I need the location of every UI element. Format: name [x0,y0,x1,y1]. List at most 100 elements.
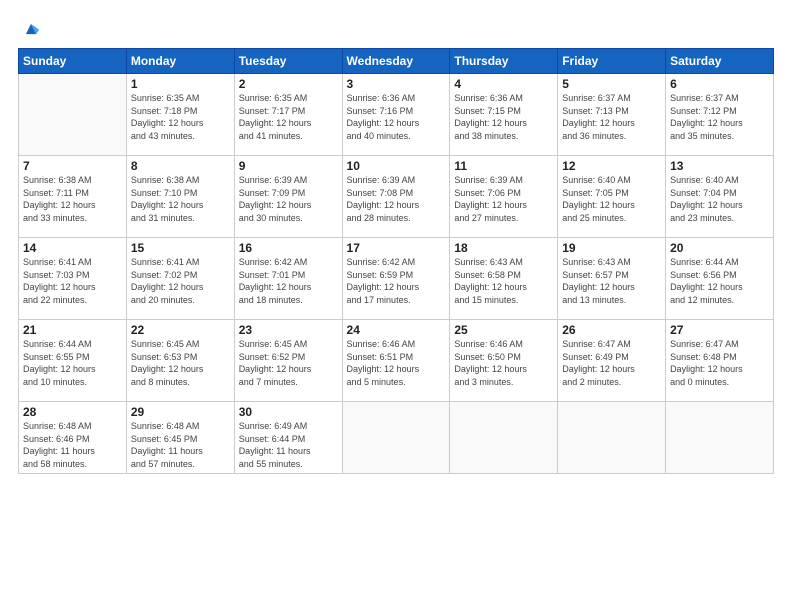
day-number: 6 [670,77,769,91]
day-number: 27 [670,323,769,337]
calendar-cell: 27Sunrise: 6:47 AM Sunset: 6:48 PM Dayli… [666,320,774,402]
logo-icon [20,18,42,40]
day-info: Sunrise: 6:43 AM Sunset: 6:58 PM Dayligh… [454,256,553,306]
week-row-4: 21Sunrise: 6:44 AM Sunset: 6:55 PM Dayli… [19,320,774,402]
calendar-cell: 26Sunrise: 6:47 AM Sunset: 6:49 PM Dayli… [558,320,666,402]
day-info: Sunrise: 6:44 AM Sunset: 6:55 PM Dayligh… [23,338,122,388]
day-number: 9 [239,159,338,173]
day-info: Sunrise: 6:36 AM Sunset: 7:15 PM Dayligh… [454,92,553,142]
day-number: 8 [131,159,230,173]
calendar-cell: 24Sunrise: 6:46 AM Sunset: 6:51 PM Dayli… [342,320,450,402]
day-number: 15 [131,241,230,255]
calendar-cell: 4Sunrise: 6:36 AM Sunset: 7:15 PM Daylig… [450,74,558,156]
day-info: Sunrise: 6:48 AM Sunset: 6:45 PM Dayligh… [131,420,230,470]
calendar-cell: 16Sunrise: 6:42 AM Sunset: 7:01 PM Dayli… [234,238,342,320]
calendar-cell: 14Sunrise: 6:41 AM Sunset: 7:03 PM Dayli… [19,238,127,320]
day-number: 17 [347,241,446,255]
day-number: 22 [131,323,230,337]
day-info: Sunrise: 6:38 AM Sunset: 7:11 PM Dayligh… [23,174,122,224]
calendar-cell: 15Sunrise: 6:41 AM Sunset: 7:02 PM Dayli… [126,238,234,320]
calendar-cell: 3Sunrise: 6:36 AM Sunset: 7:16 PM Daylig… [342,74,450,156]
day-number: 23 [239,323,338,337]
calendar-cell: 17Sunrise: 6:42 AM Sunset: 6:59 PM Dayli… [342,238,450,320]
day-number: 13 [670,159,769,173]
day-info: Sunrise: 6:46 AM Sunset: 6:51 PM Dayligh… [347,338,446,388]
week-row-5: 28Sunrise: 6:48 AM Sunset: 6:46 PM Dayli… [19,402,774,474]
calendar-cell: 1Sunrise: 6:35 AM Sunset: 7:18 PM Daylig… [126,74,234,156]
calendar-cell: 11Sunrise: 6:39 AM Sunset: 7:06 PM Dayli… [450,156,558,238]
calendar-cell: 5Sunrise: 6:37 AM Sunset: 7:13 PM Daylig… [558,74,666,156]
day-info: Sunrise: 6:47 AM Sunset: 6:48 PM Dayligh… [670,338,769,388]
calendar-cell: 22Sunrise: 6:45 AM Sunset: 6:53 PM Dayli… [126,320,234,402]
calendar-cell [450,402,558,474]
day-number: 19 [562,241,661,255]
day-number: 11 [454,159,553,173]
calendar-cell: 19Sunrise: 6:43 AM Sunset: 6:57 PM Dayli… [558,238,666,320]
day-info: Sunrise: 6:40 AM Sunset: 7:04 PM Dayligh… [670,174,769,224]
day-number: 24 [347,323,446,337]
day-info: Sunrise: 6:43 AM Sunset: 6:57 PM Dayligh… [562,256,661,306]
day-info: Sunrise: 6:48 AM Sunset: 6:46 PM Dayligh… [23,420,122,470]
calendar-cell: 2Sunrise: 6:35 AM Sunset: 7:17 PM Daylig… [234,74,342,156]
calendar-cell: 12Sunrise: 6:40 AM Sunset: 7:05 PM Dayli… [558,156,666,238]
calendar-cell [19,74,127,156]
calendar-cell: 8Sunrise: 6:38 AM Sunset: 7:10 PM Daylig… [126,156,234,238]
calendar-cell [558,402,666,474]
day-info: Sunrise: 6:47 AM Sunset: 6:49 PM Dayligh… [562,338,661,388]
day-number: 4 [454,77,553,91]
day-info: Sunrise: 6:38 AM Sunset: 7:10 PM Dayligh… [131,174,230,224]
day-number: 7 [23,159,122,173]
calendar-cell: 28Sunrise: 6:48 AM Sunset: 6:46 PM Dayli… [19,402,127,474]
calendar-cell: 10Sunrise: 6:39 AM Sunset: 7:08 PM Dayli… [342,156,450,238]
day-info: Sunrise: 6:42 AM Sunset: 6:59 PM Dayligh… [347,256,446,306]
day-info: Sunrise: 6:35 AM Sunset: 7:17 PM Dayligh… [239,92,338,142]
calendar-cell: 30Sunrise: 6:49 AM Sunset: 6:44 PM Dayli… [234,402,342,474]
calendar-cell: 6Sunrise: 6:37 AM Sunset: 7:12 PM Daylig… [666,74,774,156]
day-number: 21 [23,323,122,337]
day-info: Sunrise: 6:45 AM Sunset: 6:52 PM Dayligh… [239,338,338,388]
day-number: 18 [454,241,553,255]
day-number: 12 [562,159,661,173]
calendar-cell: 18Sunrise: 6:43 AM Sunset: 6:58 PM Dayli… [450,238,558,320]
calendar-cell: 13Sunrise: 6:40 AM Sunset: 7:04 PM Dayli… [666,156,774,238]
day-number: 2 [239,77,338,91]
logo [18,18,42,40]
calendar-cell: 7Sunrise: 6:38 AM Sunset: 7:11 PM Daylig… [19,156,127,238]
day-number: 26 [562,323,661,337]
day-info: Sunrise: 6:36 AM Sunset: 7:16 PM Dayligh… [347,92,446,142]
calendar-cell [342,402,450,474]
week-row-2: 7Sunrise: 6:38 AM Sunset: 7:11 PM Daylig… [19,156,774,238]
day-info: Sunrise: 6:44 AM Sunset: 6:56 PM Dayligh… [670,256,769,306]
calendar-cell: 23Sunrise: 6:45 AM Sunset: 6:52 PM Dayli… [234,320,342,402]
weekday-header-thursday: Thursday [450,49,558,74]
day-number: 10 [347,159,446,173]
calendar-cell: 21Sunrise: 6:44 AM Sunset: 6:55 PM Dayli… [19,320,127,402]
weekday-header-row: SundayMondayTuesdayWednesdayThursdayFrid… [19,49,774,74]
weekday-header-monday: Monday [126,49,234,74]
day-info: Sunrise: 6:41 AM Sunset: 7:02 PM Dayligh… [131,256,230,306]
day-info: Sunrise: 6:37 AM Sunset: 7:12 PM Dayligh… [670,92,769,142]
day-number: 16 [239,241,338,255]
calendar-cell: 25Sunrise: 6:46 AM Sunset: 6:50 PM Dayli… [450,320,558,402]
day-info: Sunrise: 6:37 AM Sunset: 7:13 PM Dayligh… [562,92,661,142]
day-number: 1 [131,77,230,91]
day-info: Sunrise: 6:42 AM Sunset: 7:01 PM Dayligh… [239,256,338,306]
week-row-1: 1Sunrise: 6:35 AM Sunset: 7:18 PM Daylig… [19,74,774,156]
day-number: 28 [23,405,122,419]
day-number: 30 [239,405,338,419]
calendar-cell: 9Sunrise: 6:39 AM Sunset: 7:09 PM Daylig… [234,156,342,238]
day-number: 25 [454,323,553,337]
weekday-header-sunday: Sunday [19,49,127,74]
day-info: Sunrise: 6:39 AM Sunset: 7:08 PM Dayligh… [347,174,446,224]
day-info: Sunrise: 6:41 AM Sunset: 7:03 PM Dayligh… [23,256,122,306]
day-number: 29 [131,405,230,419]
weekday-header-tuesday: Tuesday [234,49,342,74]
day-number: 14 [23,241,122,255]
weekday-header-wednesday: Wednesday [342,49,450,74]
calendar-cell: 20Sunrise: 6:44 AM Sunset: 6:56 PM Dayli… [666,238,774,320]
calendar-table: SundayMondayTuesdayWednesdayThursdayFrid… [18,48,774,474]
day-info: Sunrise: 6:40 AM Sunset: 7:05 PM Dayligh… [562,174,661,224]
calendar-cell: 29Sunrise: 6:48 AM Sunset: 6:45 PM Dayli… [126,402,234,474]
day-info: Sunrise: 6:35 AM Sunset: 7:18 PM Dayligh… [131,92,230,142]
weekday-header-saturday: Saturday [666,49,774,74]
